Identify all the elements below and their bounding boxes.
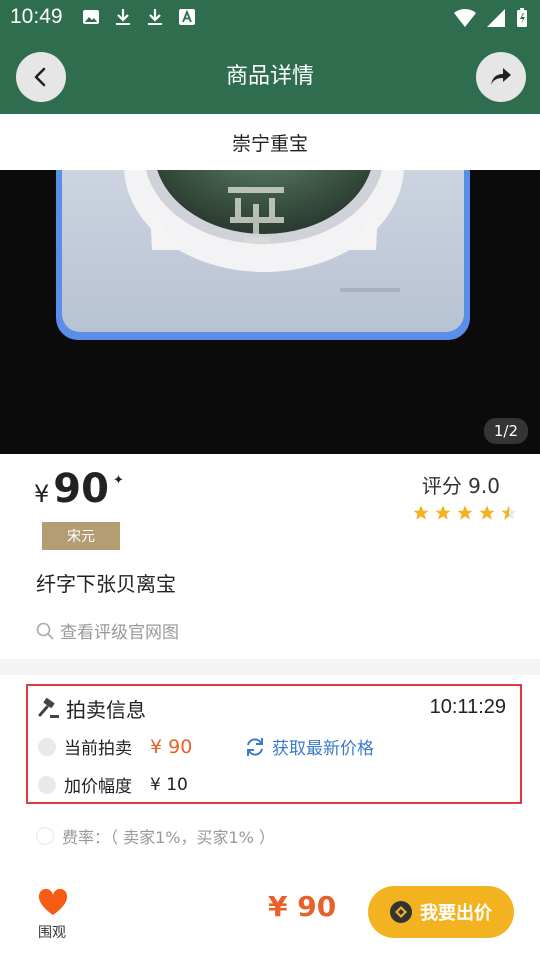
status-time: 10:49 bbox=[10, 5, 63, 28]
price-amount: 90 bbox=[53, 466, 109, 512]
item-name: 纤字下张贝离宝 bbox=[36, 572, 176, 596]
place-bid-label: 我要出价 bbox=[420, 903, 492, 924]
search-icon bbox=[36, 622, 54, 640]
view-grading-link[interactable]: 查看评级官网图 bbox=[36, 618, 179, 643]
item-photo[interactable]: 1/2 bbox=[0, 170, 540, 454]
star-icon bbox=[457, 505, 473, 520]
coin-slab-image bbox=[0, 170, 540, 454]
star-icon bbox=[479, 505, 495, 520]
item-info: ¥ 90 ✦ 评分 9.0 宋元 纤字下张贝离宝 查看评级官网图 bbox=[0, 454, 540, 659]
fee-text: 费率：（ 卖家1%，买家1% ） bbox=[62, 828, 275, 847]
currency-symbol: ¥ bbox=[34, 480, 50, 508]
item-category-title: 崇宁重宝 bbox=[0, 114, 540, 170]
current-bid-value: ¥ 90 bbox=[150, 735, 193, 758]
app-bar: 商品详情 bbox=[0, 36, 540, 114]
share-icon bbox=[491, 68, 511, 85]
auction-countdown: 10:11:29 bbox=[429, 696, 506, 718]
rating-label: 评分 9.0 bbox=[421, 474, 500, 498]
wifi-icon bbox=[454, 8, 476, 27]
page-title: 商品详情 bbox=[225, 64, 314, 89]
current-bid-label: 当前拍卖 bbox=[64, 739, 132, 759]
gavel-icon bbox=[38, 697, 59, 718]
bottom-price: ¥ 90 bbox=[268, 890, 337, 923]
refresh-icon bbox=[247, 737, 263, 756]
bullet-icon bbox=[38, 775, 56, 794]
auction-info-panel: 拍卖信息 10:11:29 当前拍卖 ¥ 90 获取最新价格 加价幅度 ¥ 10 bbox=[26, 684, 522, 804]
star-icon bbox=[413, 505, 429, 520]
auction-title-label: 拍卖信息 bbox=[66, 698, 146, 722]
era-tag: 宋元 bbox=[42, 522, 120, 550]
increment-row: 加价幅度 ¥ 10 bbox=[38, 772, 188, 797]
auction-title: 拍卖信息 bbox=[38, 694, 146, 723]
place-bid-button[interactable]: 我要出价 bbox=[368, 886, 514, 938]
grading-link-label: 查看评级官网图 bbox=[60, 623, 179, 643]
bullet-icon bbox=[36, 827, 54, 845]
bottom-action-bar: 围观 ¥ 90 我要出价 bbox=[0, 868, 540, 960]
star-icon bbox=[435, 505, 451, 520]
heart-icon bbox=[38, 888, 68, 915]
bullet-icon bbox=[38, 737, 56, 756]
rating-stars bbox=[412, 504, 518, 522]
watch-button[interactable]: 围观 bbox=[36, 888, 70, 942]
increment-value: ¥ 10 bbox=[150, 774, 188, 795]
diamond-icon bbox=[390, 901, 412, 923]
price-display: ¥ 90 ✦ bbox=[34, 466, 124, 512]
fee-row: 费率：（ 卖家1%，买家1% ） bbox=[36, 824, 275, 848]
signal-icon bbox=[487, 9, 505, 27]
system-icons bbox=[454, 8, 528, 28]
notification-icons bbox=[82, 8, 196, 26]
current-bid-row: 当前拍卖 ¥ 90 bbox=[38, 734, 192, 759]
image-counter: 1/2 bbox=[483, 418, 528, 444]
font-icon bbox=[179, 9, 195, 25]
section-divider bbox=[0, 659, 540, 675]
download-icon bbox=[116, 9, 130, 25]
battery-icon bbox=[517, 8, 527, 27]
refresh-price-label: 获取最新价格 bbox=[272, 739, 374, 759]
increment-label: 加价幅度 bbox=[64, 777, 132, 797]
status-bar: 10:49 bbox=[0, 0, 540, 36]
refresh-price-button[interactable]: 获取最新价格 bbox=[244, 734, 374, 759]
watch-label: 围观 bbox=[38, 925, 66, 941]
price-mark: ✦ bbox=[112, 473, 124, 488]
share-button[interactable] bbox=[476, 52, 526, 102]
half-star-icon bbox=[501, 505, 517, 520]
image-icon bbox=[83, 10, 99, 24]
download-icon bbox=[148, 9, 162, 25]
